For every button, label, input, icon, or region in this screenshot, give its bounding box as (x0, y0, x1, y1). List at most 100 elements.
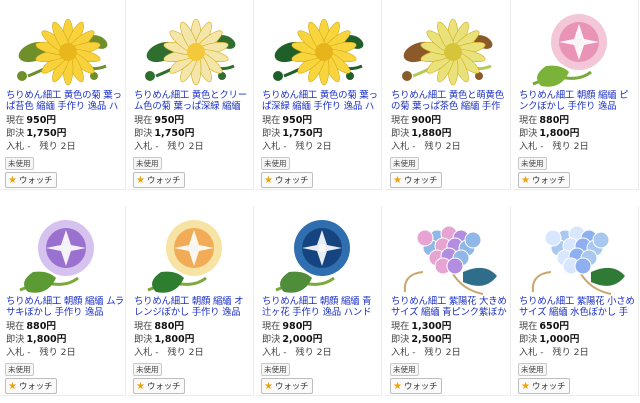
listing-card[interactable]: ちりめん細工 黄色と萌黄色の菊 葉っぱ茶色 縮緬 手作 現在 900円 即決 1,880… (385, 0, 511, 190)
listing-card[interactable]: ちりめん細工 黄色とクリーム色の菊 葉っぱ深緑 縮緬 現在 950円 即決 1,750円… (128, 0, 254, 190)
listing-title-link[interactable]: ちりめん細工 紫陽花 小さめサイズ 縮緬 水色ぼかし 手 (519, 296, 637, 318)
current-price-label: 現在 (262, 321, 281, 332)
bids-count: 入札 - (134, 347, 159, 358)
product-thumbnail[interactable] (393, 212, 503, 296)
time-remaining: 残り 2日 (552, 347, 589, 358)
current-price-label: 現在 (134, 321, 153, 332)
star-icon: ★ (521, 175, 530, 186)
current-price-label: 現在 (134, 115, 153, 126)
listing-title-link[interactable]: ちりめん細工 朝顔 縮緬 オレンジぼかし 手作り 逸品 (134, 296, 252, 318)
bids-count: 入札 - (6, 141, 31, 152)
product-thumbnail[interactable] (393, 6, 503, 90)
time-remaining: 残り 2日 (424, 347, 461, 358)
watch-button[interactable]: ★ ウォッチ (133, 378, 186, 394)
listing-card[interactable]: ちりめん細工 朝顔 縮緬 青 辻ヶ花 手作り 逸品 ハンド現在 980円 即決 2,0… (256, 206, 382, 396)
listing-card[interactable]: ちりめん細工 朝顔 縮緬 オレンジぼかし 手作り 逸品 現在 880円 即決 1,800… (128, 206, 254, 396)
buy-now-price-row: 即決 1,750円 (134, 128, 194, 140)
condition-badge: 未使用 (261, 157, 290, 170)
buy-now-label: 即決 (519, 334, 538, 345)
watch-button[interactable]: ★ ウォッチ (518, 378, 571, 394)
product-thumbnail[interactable] (8, 6, 118, 90)
buy-now-price-row: 即決 1,880円 (391, 128, 451, 140)
star-icon: ★ (264, 381, 273, 392)
buy-now-price-row: 即決 1,800円 (134, 334, 194, 346)
watch-button[interactable]: ★ ウォッチ (518, 172, 571, 188)
watch-button[interactable]: ★ ウォッチ (133, 172, 186, 188)
time-remaining: 残り 2日 (167, 347, 204, 358)
listing-card[interactable]: ちりめん細工 紫陽花 小さめサイズ 縮緬 水色ぼかし 手現在 650円 即決 1,00… (513, 206, 639, 396)
star-icon: ★ (521, 381, 530, 392)
bids-remaining-row: 入札 - 残り 2日 (6, 347, 76, 359)
current-price-row: 現在 950円 (6, 115, 56, 127)
listing-card[interactable]: ちりめん細工 黄色の菊 葉っぱ苔色 縮緬 手作り 逸品 ハ現在 950円 即決 1,7… (0, 0, 126, 190)
current-price: 1,300円 (411, 321, 452, 332)
buy-now-label: 即決 (134, 334, 153, 345)
buy-now-label: 即決 (6, 128, 25, 139)
listing-card[interactable]: ちりめん細工 黄色の菊 葉っぱ深緑 縮緬 手作り 逸品 ハ現在 950円 即決 1,7… (256, 0, 382, 190)
buy-now-price: 2,000円 (282, 334, 323, 345)
condition-badge: 未使用 (518, 157, 547, 170)
current-price: 950円 (282, 115, 312, 126)
product-thumbnail[interactable] (521, 212, 631, 296)
product-thumbnail[interactable] (136, 212, 246, 296)
star-icon: ★ (8, 381, 17, 392)
buy-now-price: 1,750円 (26, 128, 67, 139)
bids-count: 入札 - (6, 347, 31, 358)
watch-label: ウォッチ (146, 381, 181, 391)
time-remaining: 残り 2日 (39, 141, 76, 152)
listing-card[interactable]: ちりめん細工 紫陽花 大きめサイズ 縮緬 青ピンク紫ぼか 現在 1,300円 即決 2,… (385, 206, 511, 396)
current-price: 880円 (154, 321, 184, 332)
current-price-label: 現在 (519, 321, 538, 332)
buy-now-price-row: 即決 1,000円 (519, 334, 579, 346)
product-thumbnail[interactable] (136, 6, 246, 90)
star-icon: ★ (8, 175, 17, 186)
listing-title-link[interactable]: ちりめん細工 黄色の菊 葉っぱ苔色 縮緬 手作り 逸品 ハ (6, 90, 124, 112)
listing-card[interactable]: ちりめん細工 朝顔 縮緬 ピンクぼかし 手作り 逸品 現在 880円 即決 1,800円… (513, 0, 639, 190)
time-remaining: 残り 2日 (167, 141, 204, 152)
listing-title-link[interactable]: ちりめん細工 朝顔 縮緬 ピンクぼかし 手作り 逸品 (519, 90, 637, 112)
watch-button[interactable]: ★ ウォッチ (390, 172, 443, 188)
product-thumbnail[interactable] (264, 212, 374, 296)
product-thumbnail[interactable] (521, 6, 631, 90)
listing-title-link[interactable]: ちりめん細工 黄色の菊 葉っぱ深緑 縮緬 手作り 逸品 ハ (262, 90, 380, 112)
buy-now-label: 即決 (519, 128, 538, 139)
bids-remaining-row: 入札 - 残り 2日 (6, 141, 76, 153)
current-price-row: 現在 1,300円 (391, 321, 451, 333)
star-icon: ★ (264, 175, 273, 186)
bids-count: 入札 - (391, 347, 416, 358)
watch-button[interactable]: ★ ウォッチ (5, 378, 58, 394)
bids-count: 入札 - (519, 347, 544, 358)
current-price-label: 現在 (519, 115, 538, 126)
buy-now-price: 1,800円 (154, 334, 195, 345)
current-price-label: 現在 (262, 115, 281, 126)
product-thumbnail[interactable] (8, 212, 118, 296)
time-remaining: 残り 2日 (295, 141, 332, 152)
current-price-label: 現在 (6, 321, 25, 332)
listing-title-link[interactable]: ちりめん細工 紫陽花 大きめサイズ 縮緬 青ピンク紫ぼか (391, 296, 509, 318)
listing-title-link[interactable]: ちりめん細工 黄色とクリーム色の菊 葉っぱ深緑 縮緬 (134, 90, 252, 112)
bids-remaining-row: 入札 - 残り 2日 (391, 141, 461, 153)
bids-count: 入札 - (262, 347, 287, 358)
watch-button[interactable]: ★ ウォッチ (261, 172, 314, 188)
time-remaining: 残り 2日 (295, 347, 332, 358)
watch-button[interactable]: ★ ウォッチ (390, 378, 443, 394)
bids-count: 入札 - (134, 141, 159, 152)
buy-now-label: 即決 (262, 334, 281, 345)
watch-label: ウォッチ (18, 175, 53, 185)
current-price-label: 現在 (391, 321, 410, 332)
watch-label: ウォッチ (531, 381, 566, 391)
product-thumbnail[interactable] (264, 6, 374, 90)
listing-title-link[interactable]: ちりめん細工 黄色と萌黄色の菊 葉っぱ茶色 縮緬 手作 (391, 90, 509, 112)
listing-title-link[interactable]: ちりめん細工 朝顔 縮緬 ムラサキぼかし 手作り 逸品 (6, 296, 124, 318)
watch-button[interactable]: ★ ウォッチ (5, 172, 58, 188)
bids-count: 入札 - (519, 141, 544, 152)
listing-card[interactable]: ちりめん細工 朝顔 縮緬 ムラサキぼかし 手作り 逸品 現在 880円 即決 1,800… (0, 206, 126, 396)
buy-now-price: 1,800円 (539, 128, 580, 139)
watch-button[interactable]: ★ ウォッチ (261, 378, 314, 394)
current-price: 980円 (282, 321, 312, 332)
buy-now-price: 1,750円 (154, 128, 195, 139)
listing-title-link[interactable]: ちりめん細工 朝顔 縮緬 青 辻ヶ花 手作り 逸品 ハンド (262, 296, 380, 318)
bids-count: 入札 - (391, 141, 416, 152)
bids-count: 入札 - (262, 141, 287, 152)
buy-now-label: 即決 (262, 128, 281, 139)
